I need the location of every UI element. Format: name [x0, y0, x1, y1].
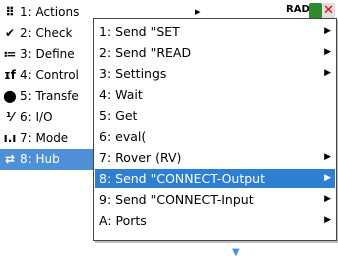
menu-item-label: 1: Actions [20, 5, 80, 19]
check-icon: ✔ [4, 26, 16, 40]
scroll-down-icon[interactable]: ▼ [232, 247, 240, 258]
menu-item-actions[interactable]: ⠿ 1: Actions [0, 2, 100, 23]
control-icon: ɪf [4, 68, 16, 82]
submenu-arrow-icon: ▶ [324, 26, 331, 36]
menu-item-label: 7: Mode [20, 131, 69, 145]
submenu-item-label: 1: Send "SET [99, 24, 180, 39]
tab-arrow-icon: ▸ [195, 5, 201, 18]
menu-item-mode[interactable]: ı.ı 7: Mode [0, 128, 100, 149]
submenu-item-label: 3: Settings [99, 66, 167, 81]
menu-item-label: 6: I/O [20, 110, 53, 124]
mode-icon: ı.ı [3, 131, 17, 145]
menu-item-label: 2: Check [20, 26, 73, 40]
menu-item-hub[interactable]: ⇄ 8: Hub [0, 149, 100, 170]
submenu-item-label: A: Ports [99, 213, 147, 228]
submenu-arrow-icon: ▶ [324, 152, 331, 162]
submenu-item-label: 2: Send "READ [99, 45, 192, 60]
submenu-item-wait[interactable]: 4: Wait [95, 85, 335, 104]
menu-item-label: 8: Hub [20, 152, 60, 166]
submenu-item-label: 7: Rover (RV) [99, 150, 182, 165]
submenu-item-settings[interactable]: 3: Settings ▶ [95, 64, 335, 83]
menu-item-label: 3: Define [20, 47, 75, 61]
submenu-item-label: 9: Send "CONNECT-Input [99, 192, 254, 207]
submenu-item-send-read[interactable]: 2: Send "READ ▶ [95, 43, 335, 62]
menu-item-transfer[interactable]: ⬤ 5: Transfe [0, 86, 100, 107]
io-icon: ⅟ [6, 110, 14, 124]
submenu-arrow-icon: ▶ [324, 194, 331, 204]
menu-item-control[interactable]: ɪf 4: Control [0, 65, 100, 86]
submenu-arrow-icon: ▶ [324, 173, 331, 183]
submenu-item-send-set[interactable]: 1: Send "SET ▶ [95, 22, 335, 41]
calculator-screen: ▸ RAD ✕ ⠿ 1: Actions ✔ 2: Check ≔ 3: Define… [0, 0, 338, 259]
menu-item-label: 4: Control [20, 68, 79, 82]
submenu-item-ports[interactable]: A: Ports ▶ [95, 211, 335, 230]
actions-icon: ⠿ [5, 5, 15, 19]
hub-submenu: 1: Send "SET ▶ 2: Send "READ ▶ 3: Settin… [93, 18, 337, 258]
submenu-arrow-icon: ▶ [324, 215, 331, 225]
submenu-item-label: 8: Send "CONNECT-Output [99, 171, 266, 186]
submenu-item-send-connect-output[interactable]: 8: Send "CONNECT-Output ▶ [95, 169, 335, 188]
menu-item-define[interactable]: ≔ 3: Define [0, 44, 100, 65]
menu-item-label: 5: Transfe [20, 89, 79, 103]
submenu-item-get[interactable]: 5: Get [95, 106, 335, 125]
submenu-arrow-icon: ▶ [324, 68, 331, 78]
submenu-item-label: 4: Wait [99, 87, 143, 102]
menu-item-io[interactable]: ⅟ 6: I/O [0, 107, 100, 128]
submenu-item-rover[interactable]: 7: Rover (RV) ▶ [95, 148, 335, 167]
submenu-item-label: 5: Get [99, 108, 138, 123]
transfer-icon: ⬤ [3, 89, 17, 103]
submenu-item-send-connect-input[interactable]: 9: Send "CONNECT-Input ▶ [95, 190, 335, 209]
submenu-arrow-icon: ▶ [324, 47, 331, 57]
define-icon: ≔ [3, 47, 17, 61]
main-menu: ⠿ 1: Actions ✔ 2: Check ≔ 3: Define ɪf 4: Co… [0, 0, 100, 200]
submenu-item-label: 6: eval( [99, 129, 147, 144]
menu-item-check[interactable]: ✔ 2: Check [0, 23, 100, 44]
angle-mode-indicator: RAD [286, 4, 310, 15]
hub-icon: ⇄ [4, 152, 16, 166]
submenu-item-eval[interactable]: 6: eval( [95, 127, 335, 146]
